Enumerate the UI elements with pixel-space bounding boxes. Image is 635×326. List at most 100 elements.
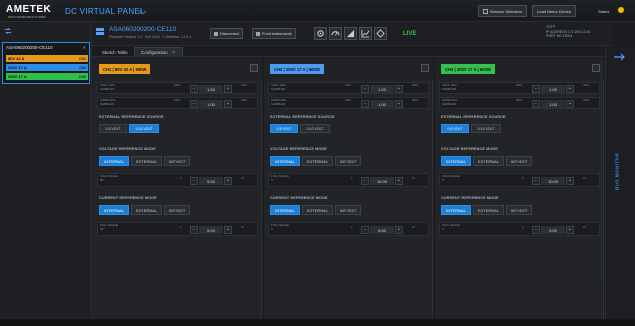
volt-avg-input[interactable]: 1.00 [541, 85, 565, 93]
curr-avg-increment-button[interactable]: + [224, 100, 232, 108]
curr-min-info: INFO [516, 99, 523, 102]
vfs-input[interactable]: 5.00 [199, 177, 223, 185]
vfs-decrement-button[interactable]: − [532, 177, 540, 185]
ext-ref-0-10v-button[interactable]: 0-10 VOLT [300, 124, 330, 133]
gauge-icon[interactable] [329, 27, 342, 40]
volt-avg-decrement-button[interactable]: − [532, 85, 540, 93]
cref-external-button[interactable]: EXTERNAL [302, 205, 333, 215]
channel-3-menu-icon[interactable] [592, 64, 600, 72]
cfs-increment-button[interactable]: + [395, 226, 403, 234]
device-channel-2[interactable]: 200V 17 A CH2 [6, 64, 88, 71]
app-logo-subtitle: PROGRAMMABLE POWER [8, 15, 46, 19]
channel-2-menu-icon[interactable] [421, 64, 429, 72]
curr-avg-input[interactable]: 1.00 [199, 100, 223, 108]
cref-int-ext-button[interactable]: INT+EXT [164, 205, 190, 215]
session-selection-button[interactable]: Session Selection [478, 5, 527, 17]
volt-avg-increment-button[interactable]: + [395, 85, 403, 93]
ext-ref-0-5v-button[interactable]: 0-5 VOLT [99, 124, 127, 133]
cfs-increment-button[interactable]: + [566, 226, 574, 234]
vref-int-ext-button[interactable]: INT+EXT [164, 156, 190, 166]
front-instruments-button[interactable]: Front Instruments [252, 28, 296, 39]
device-card[interactable]: ASA060200200-CE110 ✕ 80V 42 A CH1 200V 1… [2, 42, 90, 84]
channel-3-column: CH3 | 200V 17 A | 600W VOLT. AVG SAMPLES … [435, 57, 604, 319]
cref-external-button[interactable]: EXTERNAL [473, 205, 504, 215]
curr-avg-increment-button[interactable]: + [566, 100, 574, 108]
vfs-input[interactable]: 10.00 [541, 177, 565, 185]
curr-avg-input[interactable]: 1.00 [541, 100, 565, 108]
close-icon[interactable]: ✕ [83, 45, 86, 50]
connect-icon[interactable] [4, 27, 12, 35]
ext-ref-0-5v-button[interactable]: 0-5 VOLT [270, 124, 298, 133]
vref-external-button[interactable]: EXTERNAL [473, 156, 504, 166]
curr-min-info: INFO [174, 99, 181, 102]
device-title: ASA060200200-CE110 [109, 26, 177, 33]
vfs-increment-button[interactable]: + [566, 177, 574, 185]
channel-1-menu-icon[interactable] [250, 64, 258, 72]
cref-int-ext-button[interactable]: INT+EXT [335, 205, 361, 215]
device-channel-3[interactable]: 200V 17 A CH3 [6, 73, 88, 80]
ext-ref-0-10v-button[interactable]: 0-10 VOLT [471, 124, 501, 133]
vfs-increment-button[interactable]: + [224, 177, 232, 185]
voltage-full-scale-label: FULL SCALE 80 [100, 174, 118, 182]
curr-avg-decrement-button[interactable]: − [361, 100, 369, 108]
channel-3-badge: CH3 | 200V 17 A | 600W [441, 64, 495, 74]
vref-internal-button[interactable]: INTERNAL [270, 156, 300, 166]
app-version: V1.0 [138, 9, 147, 14]
volt-avg-input[interactable]: 1.00 [199, 85, 223, 93]
volt-avg-decrement-button[interactable]: − [361, 85, 369, 93]
cref-internal-button[interactable]: INTERNAL [441, 205, 471, 215]
volt-avg-increment-button[interactable]: + [566, 85, 574, 93]
vfs-max: 10 [412, 177, 415, 180]
cfs-input[interactable]: 5.00 [370, 226, 394, 234]
settings-gear-icon[interactable] [314, 27, 327, 40]
vfs-input[interactable]: 10.00 [370, 177, 394, 185]
vref-internal-button[interactable]: INTERNAL [99, 156, 129, 166]
vref-internal-button[interactable]: INTERNAL [441, 156, 471, 166]
tab-configuration[interactable]: Configuration ✕ [134, 47, 183, 57]
cref-int-ext-button[interactable]: INT+EXT [506, 205, 532, 215]
volt-avg-increment-button[interactable]: + [224, 85, 232, 93]
curr-avg-input[interactable]: 1.00 [370, 100, 394, 108]
cfs-decrement-button[interactable]: − [361, 226, 369, 234]
vref-external-button[interactable]: EXTERNAL [131, 156, 162, 166]
volt-avg-decrement-button[interactable]: − [190, 85, 198, 93]
vref-int-ext-button[interactable]: INT+EXT [506, 156, 532, 166]
footer-bar [0, 319, 635, 326]
vref-external-button[interactable]: EXTERNAL [302, 156, 333, 166]
curr-avg-decrement-button[interactable]: − [532, 100, 540, 108]
channel-1-header: CH1 | 80V 42 A | 600W [93, 57, 262, 79]
cref-internal-button[interactable]: INTERNAL [270, 205, 300, 215]
vertical-scrollbar[interactable] [600, 60, 603, 280]
curr-avg-decrement-button[interactable]: − [190, 100, 198, 108]
ext-ref-0-5v-button[interactable]: 0-5 VOLT [441, 124, 469, 133]
ext-ref-0-10v-button[interactable]: 0-10 VOLT [129, 124, 159, 133]
expand-icon[interactable] [612, 52, 626, 62]
current-full-scale-label: FULL SCALE V [442, 223, 460, 231]
chart-icon[interactable] [359, 27, 372, 40]
tab-sketch-table[interactable]: Sketch Table [96, 47, 134, 57]
navigate-icon[interactable] [374, 27, 387, 40]
vfs-increment-button[interactable]: + [395, 177, 403, 185]
cref-external-button[interactable]: EXTERNAL [131, 205, 162, 215]
cref-internal-button[interactable]: INTERNAL [99, 205, 129, 215]
load-demo-device-button[interactable]: Load Demo Device [532, 5, 577, 17]
close-tab-icon[interactable]: ✕ [172, 50, 176, 56]
cfs-input[interactable]: 5.00 [541, 226, 565, 234]
volt-avg-input[interactable]: 1.00 [370, 85, 394, 93]
cfs-increment-button[interactable]: + [224, 226, 232, 234]
cfs-decrement-button[interactable]: − [532, 226, 540, 234]
vfs-min: 0 [351, 177, 353, 180]
bus-monitor-label[interactable]: BUS MONITOR [612, 141, 622, 201]
volt-avg-samples-row: VOLT. AVG SAMPLES INFO − 1.00 + INFO [439, 82, 600, 94]
ramp-icon[interactable] [344, 27, 357, 40]
device-channel-1[interactable]: 80V 42 A CH1 [6, 55, 88, 62]
cfs-input[interactable]: 5.00 [199, 226, 223, 234]
cfs-decrement-button[interactable]: − [190, 226, 198, 234]
load-demo-device-label: Load Demo Device [537, 8, 572, 14]
vfs-decrement-button[interactable]: − [190, 177, 198, 185]
vref-int-ext-button[interactable]: INT+EXT [335, 156, 361, 166]
curr-avg-increment-button[interactable]: + [395, 100, 403, 108]
vfs-decrement-button[interactable]: − [361, 177, 369, 185]
disconnect-button[interactable]: Disconnect [210, 28, 243, 39]
volt-min-info: INFO [345, 84, 352, 87]
